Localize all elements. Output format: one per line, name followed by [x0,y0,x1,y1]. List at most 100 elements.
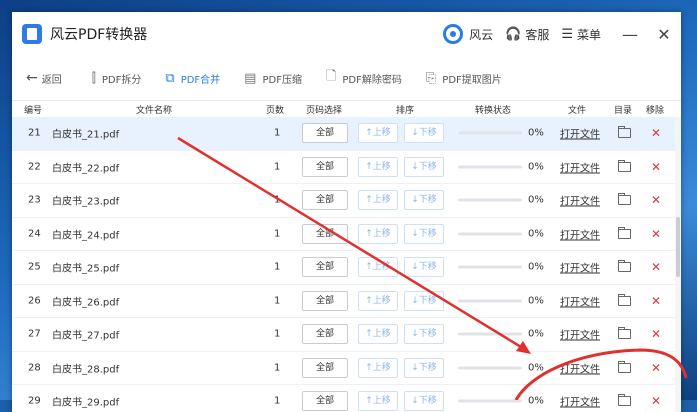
open-file-link[interactable]: 打开文件 [560,360,600,375]
table-row[interactable]: 24 白皮书_24.pdf 1 全部 ↑上移 ↓下移 0% 打开文件 ✕ [12,218,681,251]
row-number: 29 [28,395,41,407]
open-file-link[interactable]: 打开文件 [560,159,600,174]
menu-button[interactable]: 菜单 [577,26,601,43]
open-file-link[interactable]: 打开文件 [560,193,600,208]
page-range-button[interactable]: 全部 [302,257,348,278]
scroll-thumb[interactable] [676,217,680,277]
table-row[interactable]: 21 白皮书_21.pdf 1 全部 ↑上移 ↓下移 0% 打开文件 ✕ [12,117,681,151]
move-up-button[interactable]: ↑上移 [358,223,398,244]
page-range-button[interactable]: 全部 [302,290,348,311]
table-row[interactable]: 26 白皮书_26.pdf 1 全部 ↑上移 ↓下移 0% 打开文件 ✕ [12,285,681,318]
progress-bar [458,366,522,370]
open-file-link[interactable]: 打开文件 [560,293,600,308]
move-up-button[interactable]: ↑上移 [358,123,398,144]
folder-icon[interactable] [618,260,631,273]
menu-icon: ☰ [561,26,573,42]
delete-icon[interactable]: ✕ [651,160,661,174]
progress-percent: 0% [528,295,544,307]
move-up-button[interactable]: ↑上移 [358,190,398,211]
tool-pdf-split[interactable]: ⫿ PDF拆分 [92,71,142,86]
move-down-button[interactable]: ↓下移 [404,391,444,412]
header-status: 转换状态 [475,106,512,116]
folder-icon[interactable] [618,159,631,172]
page-range-button[interactable]: 全部 [302,123,348,144]
delete-icon[interactable]: ✕ [651,126,661,140]
move-down-button[interactable]: ↓下移 [404,223,444,244]
folder-icon[interactable] [618,193,631,206]
open-file-link[interactable]: 打开文件 [560,327,600,342]
delete-icon[interactable]: ✕ [651,394,661,408]
folder-icon[interactable] [618,126,631,139]
progress-percent: 0% [528,127,544,139]
page-range-button[interactable]: 全部 [302,223,348,244]
title-bar: 风云PDF转换器 风云 🎧 客服 ☰ 菜单 — ✕ [12,12,681,56]
folder-icon[interactable] [618,394,631,407]
folder-icon[interactable] [618,226,631,239]
progress-bar [458,332,522,336]
header-dir: 目录 [614,106,633,116]
service-button[interactable]: 客服 [525,26,549,43]
move-up-button[interactable]: ↑上移 [358,156,398,177]
open-file-link[interactable]: 打开文件 [560,260,600,275]
progress-percent: 0% [528,228,544,240]
page-range-button[interactable]: 全部 [302,357,348,378]
delete-icon[interactable]: ✕ [651,294,661,308]
page-count: 1 [274,362,281,374]
header-pages: 页数 [266,106,285,116]
move-up-button[interactable]: ↑上移 [358,391,398,412]
tool-label: PDF提取图片 [442,74,502,86]
folder-icon[interactable] [618,293,631,306]
table-row[interactable]: 29 白皮书_29.pdf 1 全部 ↑上移 ↓下移 0% 打开文件 ✕ [12,385,681,412]
tool-pdf-unlock[interactable]: 🗋 PDF解除密码 [326,67,402,89]
move-down-button[interactable]: ↓下移 [404,123,444,144]
move-up-button[interactable]: ↑上移 [358,290,398,311]
page-range-button[interactable]: 全部 [302,324,348,345]
open-file-link[interactable]: 打开文件 [560,226,600,241]
open-file-link[interactable]: 打开文件 [560,126,600,141]
page-count: 1 [274,228,281,240]
move-up-button[interactable]: ↑上移 [358,257,398,278]
back-button[interactable]: ← 返回 [26,70,62,86]
move-down-button[interactable]: ↓下移 [404,156,444,177]
delete-icon[interactable]: ✕ [651,361,661,375]
page-range-button[interactable]: 全部 [302,391,348,412]
open-file-link[interactable]: 打开文件 [560,394,600,409]
file-name: 白皮书_28.pdf [52,364,120,376]
page-count: 1 [274,328,281,340]
delete-icon[interactable]: ✕ [651,227,661,241]
row-number: 21 [28,127,41,139]
table-row[interactable]: 25 白皮书_25.pdf 1 全部 ↑上移 ↓下移 0% 打开文件 ✕ [12,251,681,285]
delete-icon[interactable]: ✕ [651,327,661,341]
move-down-button[interactable]: ↓下移 [404,357,444,378]
table-row[interactable]: 28 白皮书_28.pdf 1 全部 ↑上移 ↓下移 0% 打开文件 ✕ [12,352,681,385]
table-row[interactable]: 23 白皮书_23.pdf 1 全部 ↑上移 ↓下移 0% 打开文件 ✕ [12,184,681,218]
move-up-button[interactable]: ↑上移 [358,324,398,345]
table-row[interactable]: 22 白皮书_22.pdf 1 全部 ↑上移 ↓下移 0% 打开文件 ✕ [12,151,681,184]
move-down-button[interactable]: ↓下移 [404,257,444,278]
page-range-button[interactable]: 全部 [302,156,348,177]
progress-percent: 0% [528,194,544,206]
tool-pdf-merge[interactable]: ⧉ PDF合并 [165,71,220,86]
tool-pdf-image-extract[interactable]: ⎘ PDF提取图片 [426,71,502,86]
delete-icon[interactable]: ✕ [651,193,661,207]
move-up-button[interactable]: ↑上移 [358,357,398,378]
delete-icon[interactable]: ✕ [651,260,661,274]
brand-label[interactable]: 风云 [469,26,493,43]
page-count: 1 [274,395,281,407]
close-button[interactable]: ✕ [647,25,681,44]
minimize-button[interactable]: — [613,25,647,44]
table-row[interactable]: 27 白皮书_27.pdf 1 全部 ↑上移 ↓下移 0% 打开文件 ✕ [12,318,681,352]
file-list: 21 白皮书_21.pdf 1 全部 ↑上移 ↓下移 0% 打开文件 ✕ 22 白皮书_22.pdf… [12,117,681,412]
folder-icon[interactable] [618,360,631,373]
headset-icon: 🎧 [505,26,522,42]
folder-icon[interactable] [618,327,631,340]
tool-pdf-compress[interactable]: ▤ PDF压缩 [244,71,302,86]
merge-icon: ⧉ [165,70,175,86]
move-down-button[interactable]: ↓下移 [404,324,444,345]
move-down-button[interactable]: ↓下移 [404,190,444,211]
page-range-button[interactable]: 全部 [302,190,348,211]
move-down-button[interactable]: ↓下移 [404,290,444,311]
progress-percent: 0% [528,362,544,374]
file-name: 白皮书_24.pdf [52,230,120,242]
scrollbar[interactable] [675,117,681,412]
